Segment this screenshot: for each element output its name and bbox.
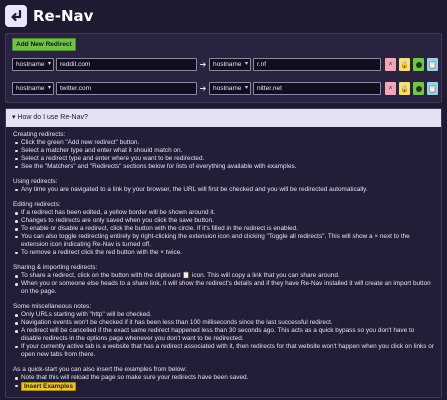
section-heading: Using redirects: — [13, 178, 58, 186]
matcher-select[interactable]: hostname ▾ — [12, 58, 54, 71]
list-item: If a redirect has been edited, a yellow … — [13, 209, 434, 217]
section-heading: Some miscellaneous notes: — [13, 303, 92, 311]
clipboard-icon: 📋 — [428, 85, 437, 93]
list-item: A redirect will be cancelled if the exac… — [13, 327, 434, 343]
list-item: You can also toggle redirecting entirely… — [13, 233, 434, 249]
delete-button[interactable]: × — [385, 58, 396, 71]
app-header: Re-Nav — [0, 0, 447, 32]
section-heading: As a quick-start you can also insert the… — [13, 366, 187, 374]
list-item: See the "Matchers" and "Redirects" secti… — [13, 163, 434, 171]
match-value-input[interactable]: twitter.com — [56, 82, 197, 95]
editing-section: Editing redirects: If a redirect has bee… — [13, 201, 434, 256]
save-button[interactable]: 🔒 — [399, 58, 410, 71]
list-item: Only URLs starting with "http" will be c… — [13, 311, 434, 319]
section-heading: Sharing & importing redirects: — [13, 264, 98, 272]
circle-icon — [415, 85, 422, 92]
list-item: To enable or disable a redirect, click t… — [13, 225, 434, 233]
list-item: Note that this will reload the page so m… — [13, 374, 434, 382]
add-redirect-button[interactable]: Add New Redirect — [12, 38, 76, 51]
redirect-type-select[interactable]: hostname ▾ — [209, 82, 251, 95]
using-section: Using redirects: Any time you are naviga… — [13, 178, 434, 194]
chevron-down-icon: ▾ — [244, 61, 248, 67]
save-button[interactable]: 🔒 — [399, 82, 410, 95]
app-title: Re-Nav — [33, 7, 94, 25]
return-arrow-icon — [5, 5, 27, 27]
list-item: Click the green "Add new redirect" butto… — [13, 139, 434, 147]
creating-section: Creating redirects: Click the green "Add… — [13, 131, 434, 171]
close-icon: × — [388, 85, 393, 92]
quickstart-section: As a quick-start you can also insert the… — [13, 366, 434, 391]
redirects-panel: Add New Redirect hostname ▾ reddit.com ➔… — [5, 33, 442, 103]
list-item: Select a matcher type and enter what it … — [13, 147, 434, 155]
lock-icon: 🔒 — [400, 85, 409, 93]
chevron-down-icon: ▾ — [47, 85, 51, 91]
list-item: Changes to redirects are only saved when… — [13, 217, 434, 225]
arrow-right-icon: ➔ — [199, 84, 207, 93]
list-item: Navigation events won't be checked if it… — [13, 319, 434, 327]
howto-toggle[interactable]: ▾ How do I use Re-Nav? — [6, 109, 441, 127]
lock-icon: 🔒 — [400, 61, 409, 69]
list-item: To share a redirect, click on the button… — [13, 272, 434, 280]
share-button[interactable]: 📋 — [427, 82, 438, 95]
match-value-input[interactable]: reddit.com — [56, 58, 197, 71]
close-icon: × — [388, 61, 393, 68]
toggle-enabled-button[interactable] — [413, 82, 424, 95]
list-item: Any time you are navigated to a link by … — [13, 186, 434, 194]
insert-examples-button[interactable]: Insert Examples — [21, 381, 77, 391]
section-heading: Creating redirects: — [13, 131, 66, 138]
misc-section: Some miscellaneous notes: Only URLs star… — [13, 303, 434, 358]
section-heading: Editing redirects: — [13, 201, 61, 209]
list-item: When you or someone else heads to a shar… — [13, 280, 434, 296]
redirect-row: hostname ▾ twitter.com ➔ hostname ▾ nitt… — [12, 82, 440, 95]
clipboard-icon: 📋 — [428, 61, 437, 69]
arrow-right-icon: ➔ — [199, 60, 207, 69]
chevron-down-icon: ▾ — [244, 85, 248, 91]
matcher-select[interactable]: hostname ▾ — [12, 82, 54, 95]
redirect-row: hostname ▾ reddit.com ➔ hostname ▾ r.nf … — [12, 58, 440, 71]
redirect-type-select[interactable]: hostname ▾ — [209, 58, 251, 71]
share-button[interactable]: 📋 — [427, 58, 438, 71]
list-item: To remove a redirect click the red butto… — [13, 249, 434, 257]
list-item: Insert Examples — [13, 381, 434, 391]
list-item: Select a redirect type and enter where y… — [13, 155, 434, 163]
circle-icon — [415, 61, 422, 68]
howto-content: Creating redirects: Click the green "Add… — [6, 127, 441, 391]
list-item: If your currently active tab is a websit… — [13, 343, 434, 359]
redirect-value-input[interactable]: r.nf — [253, 58, 381, 71]
toggle-enabled-button[interactable] — [413, 58, 424, 71]
sharing-section: Sharing & importing redirects: To share … — [13, 264, 434, 296]
chevron-down-icon: ▾ — [47, 61, 51, 67]
delete-button[interactable]: × — [385, 82, 396, 95]
redirect-value-input[interactable]: nitter.net — [253, 82, 381, 95]
howto-section: ▾ How do I use Re-Nav? Creating redirect… — [5, 108, 442, 398]
